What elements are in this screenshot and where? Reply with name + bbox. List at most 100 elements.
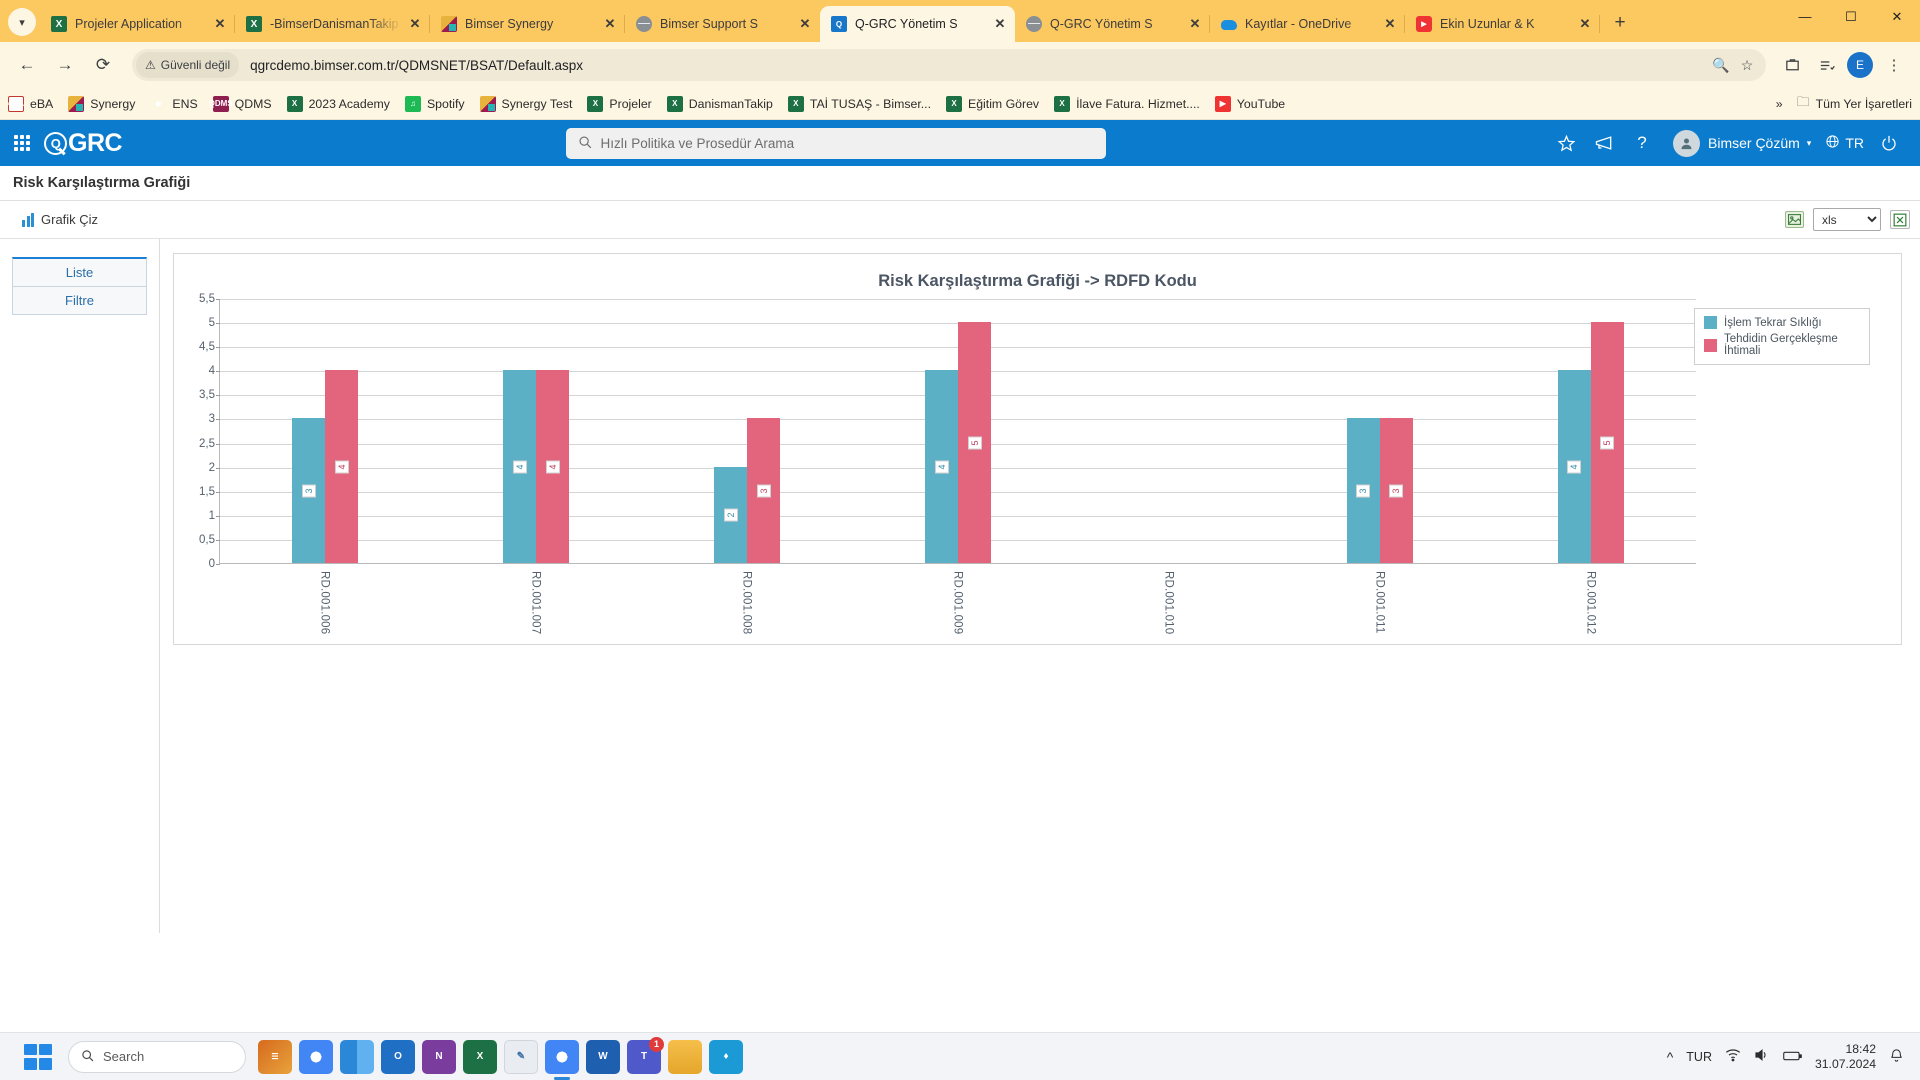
bar[interactable]: 4	[536, 370, 570, 563]
reading-list-icon[interactable]	[1810, 49, 1842, 81]
bookmark-label: Projeler	[609, 96, 652, 111]
app-logo[interactable]: Q GRC	[44, 129, 123, 158]
user-menu[interactable]: Bimser Çözüm ▾	[1673, 129, 1811, 157]
power-icon[interactable]	[1872, 126, 1906, 160]
file-explorer-icon[interactable]	[668, 1039, 702, 1074]
forward-button[interactable]: →	[48, 48, 82, 82]
language-selector[interactable]: TR	[1825, 134, 1864, 152]
search-input[interactable]	[600, 135, 1094, 151]
bar[interactable]: 4	[925, 370, 958, 563]
tab-close-button[interactable]: ✕	[1381, 15, 1399, 33]
draw-chart-button[interactable]: Grafik Çiz	[22, 212, 98, 227]
browser-menu-button[interactable]: ⋮	[1878, 49, 1910, 81]
volume-icon[interactable]	[1754, 1048, 1770, 1065]
language-indicator[interactable]: TUR	[1686, 1050, 1712, 1064]
tab-close-button[interactable]: ✕	[796, 15, 814, 33]
bookmark-star-icon[interactable]: ☆	[1734, 52, 1760, 78]
sidebar-item-liste[interactable]: Liste	[12, 257, 147, 286]
address-bar[interactable]: ⚠ Güvenli değil qgrcdemo.bimser.com.tr/Q…	[132, 49, 1766, 81]
bookmark-item[interactable]: ♫ Spotify	[404, 95, 465, 112]
quick-search[interactable]	[565, 127, 1106, 159]
export-image-icon[interactable]	[1785, 211, 1804, 228]
battery-icon[interactable]	[1783, 1049, 1802, 1065]
new-tab-button[interactable]: +	[1606, 9, 1634, 37]
bar[interactable]: 3	[747, 418, 781, 563]
windows-start-icon[interactable]	[18, 1040, 58, 1074]
onenote-icon[interactable]: N	[422, 1039, 456, 1074]
x-axis-tick-label: RD.001.010	[1162, 571, 1175, 635]
browser-tab[interactable]: Projeler Application ✕	[40, 6, 235, 42]
tab-close-button[interactable]: ✕	[1576, 15, 1594, 33]
chevron-up-icon[interactable]: ^	[1667, 1049, 1674, 1065]
reload-button[interactable]: ⟳	[86, 48, 120, 82]
taskbar-search[interactable]: Search	[68, 1040, 246, 1073]
bar[interactable]: 3	[292, 418, 326, 563]
bookmark-item[interactable]: X Eğitim Görev	[946, 95, 1039, 112]
bookmark-item[interactable]: Synergy	[68, 95, 135, 112]
bookmark-item[interactable]: X Projeler	[587, 95, 652, 112]
chrome-active-icon[interactable]	[545, 1039, 579, 1074]
bookmarks-overflow-button[interactable]: »	[1776, 97, 1783, 111]
outlook-icon[interactable]: O	[381, 1039, 415, 1074]
bookmark-item[interactable]: Synergy Test	[479, 95, 572, 112]
browser-tab-active[interactable]: Q-GRC Yönetim S ✕	[820, 6, 1015, 42]
browser-tab[interactable]: Q-GRC Yönetim S ✕	[1015, 6, 1210, 42]
bar[interactable]: 4	[1557, 370, 1591, 563]
taskbar-clock[interactable]: 18:42 31.07.2024	[1815, 1042, 1876, 1072]
bookmark-item[interactable]: X TAİ TUSAŞ - Bimser...	[787, 95, 931, 112]
tab-close-button[interactable]: ✕	[991, 15, 1009, 33]
tab-close-button[interactable]: ✕	[1186, 15, 1204, 33]
bookmark-item[interactable]: X İlave Fatura. Hizmet....	[1054, 95, 1200, 112]
export-format-select[interactable]: xls	[1813, 208, 1881, 231]
task-view-icon[interactable]	[340, 1039, 374, 1074]
profile-avatar[interactable]: E	[1844, 49, 1876, 81]
browser-tab[interactable]: Bimser Support S ✕	[625, 6, 820, 42]
browser-tab[interactable]: Kayıtlar - OneDrive ✕	[1210, 6, 1405, 42]
security-icon[interactable]: ♦	[709, 1039, 743, 1074]
star-icon[interactable]	[1549, 126, 1583, 160]
bar[interactable]: 2	[714, 466, 748, 563]
bar[interactable]: 5	[1590, 322, 1624, 563]
export-excel-icon[interactable]	[1890, 210, 1910, 229]
globe-icon	[1825, 134, 1840, 152]
teams-icon[interactable]: T 1	[627, 1036, 664, 1074]
bookmark-item[interactable]: X 2023 Academy	[286, 95, 390, 112]
bar[interactable]: 4	[503, 370, 537, 563]
window-minimize-button[interactable]: —	[1782, 0, 1828, 33]
bar[interactable]: 4	[325, 370, 359, 563]
back-button[interactable]: ←	[10, 48, 44, 82]
browser-tab[interactable]: -BimserDanismanTakip ✕	[235, 6, 430, 42]
notepad-icon[interactable]: ✎	[504, 1039, 538, 1074]
tab-close-button[interactable]: ✕	[601, 15, 619, 33]
bookmark-item[interactable]: X DanismanTakip	[666, 95, 773, 112]
bookmark-item[interactable]: eBA eBA	[8, 95, 53, 112]
browser-tab[interactable]: Ekin Uzunlar & K ✕	[1405, 6, 1600, 42]
sidebar-item-filtre[interactable]: Filtre	[12, 286, 147, 315]
wifi-icon[interactable]	[1725, 1048, 1741, 1065]
excel-icon[interactable]: X	[463, 1039, 497, 1074]
window-close-button[interactable]: ✕	[1874, 0, 1920, 33]
security-status-badge[interactable]: ⚠ Güvenli değil	[136, 52, 240, 78]
bookmark-item[interactable]: ▶ YouTube	[1214, 95, 1285, 112]
grid-apps-icon[interactable]	[14, 135, 30, 151]
bell-icon[interactable]	[1889, 1048, 1904, 1066]
security-status-label: Güvenli değil	[160, 58, 231, 72]
browser-tab[interactable]: Bimser Synergy ✕	[430, 6, 625, 42]
bookmark-item[interactable]: ◈ ENS	[150, 96, 197, 112]
bar[interactable]: 3	[1379, 418, 1413, 563]
tab-search-button[interactable]: ▾	[8, 8, 36, 36]
widgets-icon[interactable]: ☰	[258, 1039, 292, 1074]
all-bookmarks-button[interactable]: 🗀 Tüm Yer İşaretleri	[1797, 93, 1912, 115]
help-icon[interactable]: ?	[1625, 126, 1659, 160]
tab-close-button[interactable]: ✕	[406, 15, 424, 33]
tab-close-button[interactable]: ✕	[211, 15, 229, 33]
chrome-icon[interactable]	[299, 1039, 333, 1074]
megaphone-icon[interactable]	[1587, 126, 1621, 160]
bookmark-item[interactable]: QDMS QDMS	[209, 95, 272, 112]
bar[interactable]: 3	[1346, 418, 1380, 563]
window-maximize-button[interactable]: ☐	[1828, 0, 1874, 33]
word-icon[interactable]: W	[586, 1039, 620, 1074]
bar[interactable]: 5	[958, 322, 991, 563]
zoom-icon[interactable]: 🔍	[1708, 52, 1734, 78]
extensions-icon[interactable]	[1776, 49, 1808, 81]
